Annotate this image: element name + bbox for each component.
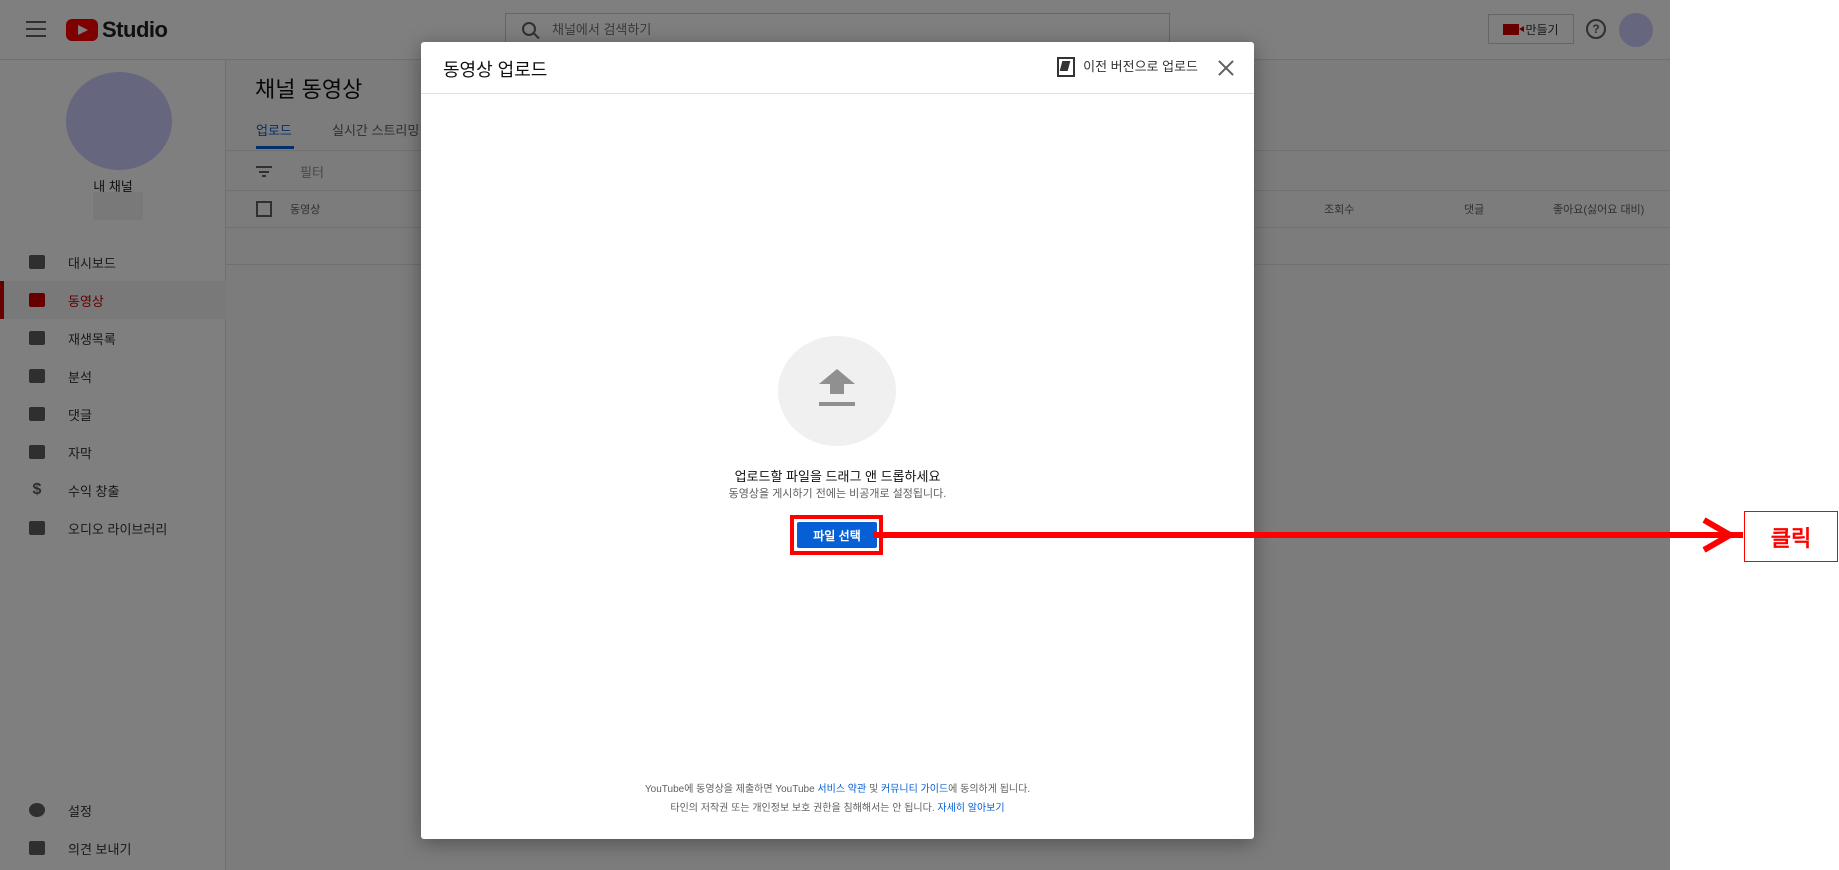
select-files-button[interactable]: 파일 선택	[797, 522, 877, 548]
learn-more-link[interactable]: 자세히 알아보기	[937, 803, 1004, 814]
annotation-arrow-line	[873, 532, 1743, 538]
annotation-label: 클릭	[1744, 511, 1838, 562]
upload-icon	[819, 369, 855, 384]
close-icon[interactable]	[1218, 60, 1234, 76]
community-guidelines-link[interactable]: 커뮤니티 가이드	[881, 784, 948, 795]
drop-title: 업로드할 파일을 드래그 앤 드롭하세요	[734, 469, 941, 484]
youtube-studio-app: Studio 만들기 ? 내 채널 대시보드 동영상	[0, 0, 1670, 870]
copyright-text: 타인의 저작권 또는 개인정보 보호 권한을 침해해서는 안 됩니다. 자세히 …	[421, 799, 1254, 814]
drop-subtitle: 동영상을 게시하기 전에는 비공개로 설정됩니다.	[728, 488, 947, 500]
upload-dialog: 동영상 업로드 이전 버전으로 업로드 업로드할 파일을 드래그 앤 드롭하세요…	[421, 42, 1254, 839]
upload-icon-stem	[830, 383, 844, 394]
upload-drop-zone[interactable]	[778, 336, 896, 446]
terms-text-part: 및	[866, 784, 881, 795]
copyright-text-part: 타인의 저작권 또는 개인정보 보호 권한을 침해해서는 안 됩니다.	[670, 803, 938, 814]
annotation-arrow-head-icon	[1702, 517, 1736, 553]
terms-of-service-link[interactable]: 서비스 약관	[817, 784, 866, 795]
screenshot-stage: Studio 만들기 ? 내 채널 대시보드 동영상	[0, 0, 1839, 870]
dialog-title: 동영상 업로드	[443, 60, 548, 80]
divider	[421, 93, 1254, 94]
legacy-upload-link[interactable]: 이전 버전으로 업로드	[1057, 56, 1198, 77]
terms-text-part: YouTube에 동영상을 제출하면 YouTube	[644, 784, 818, 795]
terms-text-part: 에 동의하게 됩니다.	[948, 784, 1031, 795]
legacy-upload-label: 이전 버전으로 업로드	[1083, 59, 1198, 74]
legacy-upload-icon	[1057, 56, 1076, 77]
upload-icon-base	[819, 402, 855, 406]
terms-text: YouTube에 동영상을 제출하면 YouTube 서비스 약관 및 커뮤니티…	[421, 780, 1254, 795]
